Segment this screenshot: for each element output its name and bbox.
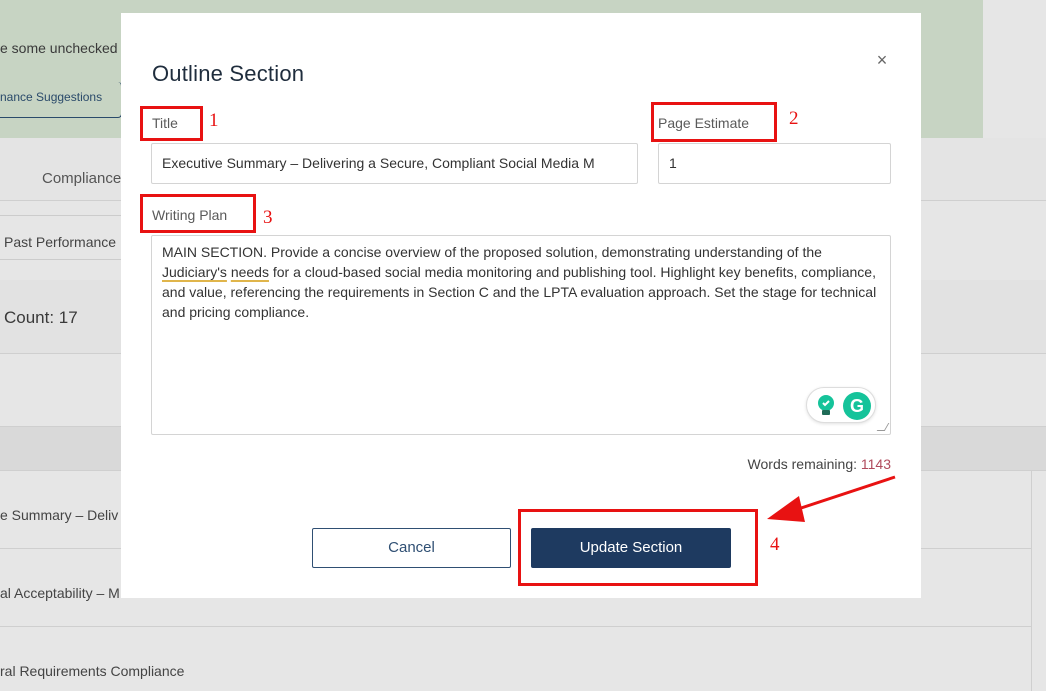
tab-compliance[interactable]: Compliance (42, 170, 121, 187)
list-item-label: al Acceptability – M (0, 585, 120, 601)
grammarly-widget[interactable]: G (806, 387, 876, 423)
annotation-number: 4 (770, 534, 780, 555)
modal-title: Outline Section (152, 61, 305, 86)
annotation-number: 2 (789, 108, 799, 129)
banner-text: e some unchecked (0, 40, 118, 56)
annotation-box-title (140, 106, 203, 141)
list-item-label: ral Requirements Compliance (0, 663, 185, 679)
words-remaining: Words remaining: 1143 (748, 456, 891, 472)
annotation-arrow-icon (767, 475, 896, 522)
page-estimate-input[interactable]: 1 (658, 143, 891, 184)
words-remaining-count: 1143 (860, 456, 891, 472)
title-input[interactable]: Executive Summary – Delivering a Secure,… (151, 143, 638, 184)
words-remaining-label: Words remaining: (747, 456, 857, 472)
list-item[interactable]: ral Requirements Compliance (0, 627, 1032, 691)
list-item-label: e Summary – Deliv (0, 507, 119, 523)
writing-plan-text: for a cloud-based social media monitorin… (162, 264, 877, 320)
compliance-suggestions-button[interactable]: nance Suggestions (0, 82, 122, 118)
writing-plan-text: MAIN SECTION. Provide a concise overview… (162, 244, 822, 260)
annotation-box-page-estimate (651, 102, 777, 142)
writing-plan-textarea[interactable]: MAIN SECTION. Provide a concise overview… (151, 235, 891, 435)
cancel-button[interactable]: Cancel (312, 528, 511, 568)
flagged-word[interactable]: Judiciary's (162, 264, 227, 280)
annotation-box-writing-plan (140, 194, 256, 233)
annotation-box-update-button (518, 509, 758, 586)
annotation-number: 3 (263, 207, 273, 228)
annotation-number: 1 (209, 110, 219, 131)
flagged-word[interactable]: needs (231, 264, 269, 280)
lightbulb-icon[interactable] (814, 393, 838, 417)
grammarly-icon[interactable]: G (843, 392, 871, 420)
close-icon[interactable]: × (871, 49, 893, 71)
past-performance-chip[interactable]: Past Performance (0, 215, 130, 260)
resize-handle-icon[interactable] (876, 423, 890, 431)
